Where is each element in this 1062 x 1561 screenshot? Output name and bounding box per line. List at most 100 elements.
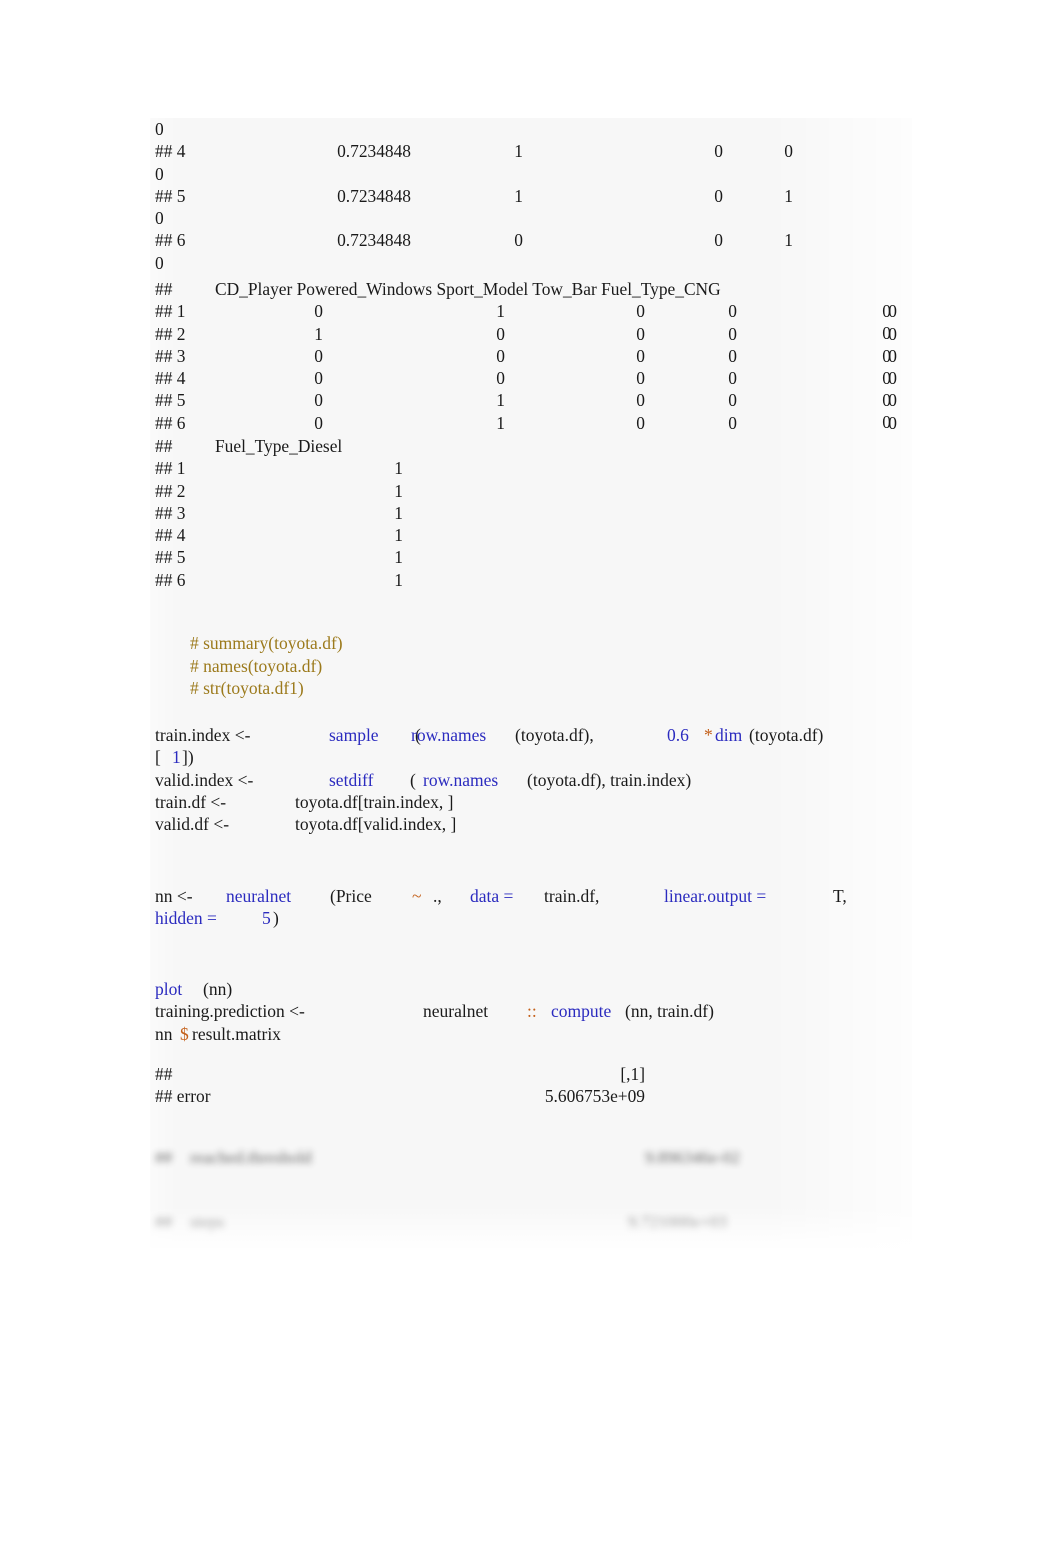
code-line[interactable]: plot (nn) bbox=[155, 978, 1055, 1000]
assign-nn: nn <- bbox=[155, 886, 193, 906]
code-line[interactable]: # names(toyota.df) bbox=[155, 632, 1055, 676]
code-line[interactable]: valid.df <- toyota.df[valid.index, ] bbox=[155, 813, 1055, 835]
wrap-cell: 0 bbox=[882, 345, 891, 366]
num-one: 1 bbox=[172, 747, 181, 768]
code-line[interactable]: training.prediction <- neuralnet :: comp… bbox=[155, 1000, 1055, 1022]
code-line[interactable]: hidden = 5 ) bbox=[155, 907, 1055, 929]
assign-train-df: train.df <- bbox=[155, 791, 227, 812]
code-line[interactable]: # str(toyota.df1) bbox=[155, 655, 1055, 698]
fn-sample: sample bbox=[329, 725, 379, 745]
paren-close: ) bbox=[273, 908, 279, 929]
output-line: 0 bbox=[155, 252, 1055, 274]
val-train-df: train.df, bbox=[544, 886, 600, 906]
code-line[interactable]: # summary(toyota.df) bbox=[155, 610, 1055, 653]
cell-value-2: 0 bbox=[514, 230, 523, 251]
table-header-row: ## Fuel_Type_Diesel bbox=[155, 435, 1055, 457]
table-row: ## 1 1 bbox=[155, 457, 1055, 479]
args-toyota-df: (toyota.df), bbox=[515, 725, 594, 745]
table-row: ## 6 1 bbox=[155, 569, 1055, 591]
args-plot: (nn) bbox=[203, 979, 233, 999]
num-point-six: 0.6 bbox=[667, 725, 689, 745]
subset-valid-df: toyota.df[valid.index, ] bbox=[295, 814, 457, 835]
cell-fuel-type-diesel: 1 bbox=[394, 458, 403, 479]
comment-str: # str(toyota.df1) bbox=[190, 677, 304, 698]
row-label: ## 1 bbox=[155, 458, 186, 479]
cell-value-1: 0.7234848 bbox=[337, 230, 411, 251]
header-columns: Fuel_Type_Diesel bbox=[215, 436, 343, 456]
fn-plot: plot bbox=[155, 979, 183, 999]
wrap-cell: 0 bbox=[882, 301, 891, 321]
row-label: ## 5 bbox=[155, 547, 186, 568]
paren-open: ( bbox=[410, 769, 421, 790]
fn-dim: dim bbox=[715, 725, 743, 745]
cell-value-3: 0 bbox=[714, 185, 723, 206]
code-line[interactable]: [ 1 ]) bbox=[155, 746, 1055, 768]
wrap-cell: 0 bbox=[882, 390, 891, 411]
arg-price-formula: (Price bbox=[330, 886, 372, 906]
cell-label: ## 6 bbox=[155, 230, 186, 251]
row-label: ## 3 bbox=[155, 502, 186, 523]
table-header-row: ## CD_Player Powered_Windows Sport_Model… bbox=[155, 278, 1055, 300]
assign-training-prediction: training.prediction <- bbox=[155, 1001, 305, 1022]
operator-namespace: :: bbox=[527, 1001, 537, 1022]
output-block-fuel-type-diesel: ## Fuel_Type_Diesel ## 1 1 ## 2 1 ## 3 1… bbox=[155, 435, 1055, 591]
code-block-neuralnet-model[interactable]: nn <- neuralnet (Price ~ ., data = train… bbox=[155, 885, 1055, 930]
bracket-open: [ bbox=[155, 747, 166, 768]
cell-fuel-type-diesel: 1 bbox=[394, 480, 403, 501]
wrap-cell: 0 bbox=[882, 323, 891, 344]
code-line[interactable]: valid.index <- setdiff ( row.names (toyo… bbox=[155, 769, 1055, 791]
object-nn: nn bbox=[155, 1023, 173, 1044]
code-line[interactable]: nn <- neuralnet (Price ~ ., data = train… bbox=[155, 885, 1055, 907]
table-row: ## 2 1 bbox=[155, 480, 1055, 502]
row-label: ## 4 bbox=[155, 525, 186, 546]
arg-linear-output: linear.output = bbox=[664, 886, 767, 906]
operator-dollar: $ bbox=[180, 1023, 189, 1044]
output-line: 0 bbox=[155, 163, 1055, 185]
member-result-matrix: result.matrix bbox=[192, 1023, 281, 1044]
header-prefix: ## bbox=[155, 1064, 173, 1084]
cell-fuel-type-diesel: 1 bbox=[394, 547, 403, 568]
page-bottom-fade bbox=[140, 1206, 930, 1266]
code-block-data-partition[interactable]: train.index <- sample ( row.names (toyot… bbox=[155, 724, 1055, 835]
code-line[interactable]: train.index <- sample ( row.names (toyot… bbox=[155, 724, 1055, 746]
header-prefix: ## bbox=[155, 436, 173, 456]
cell-value-3: 0 bbox=[714, 141, 723, 162]
output-line: ## 4 0.7234848 1 0 0 bbox=[155, 140, 1055, 162]
fn-row-names: row.names bbox=[423, 769, 499, 790]
cell-label: 0 bbox=[155, 119, 164, 139]
cell-value-2: 1 bbox=[514, 141, 523, 162]
output-line: ## 6 0.7234848 0 0 1 bbox=[155, 229, 1055, 251]
assign-train-index: train.index <- bbox=[155, 725, 251, 745]
assign-valid-index: valid.index <- bbox=[155, 769, 254, 790]
code-block-plot-compute[interactable]: plot (nn) training.prediction <- neuraln… bbox=[155, 978, 1055, 1045]
code-line[interactable]: nn $ result.matrix bbox=[155, 1023, 1055, 1045]
output-line: ## 5 0.7234848 1 0 1 bbox=[155, 185, 1055, 207]
assign-valid-df: valid.df <- bbox=[155, 814, 230, 835]
code-block-comments[interactable]: # summary(toyota.df) # names(toyota.df) … bbox=[155, 610, 1055, 698]
pkg-neuralnet: neuralnet bbox=[423, 1001, 489, 1022]
val-linear-output: T, bbox=[833, 886, 847, 906]
cell-value-4: 1 bbox=[784, 230, 793, 251]
code-line[interactable]: train.df <- toyota.df[train.index, ] bbox=[155, 791, 1055, 813]
operator-multiply: * bbox=[704, 725, 713, 745]
cell-fuel-type-diesel: 1 bbox=[394, 569, 403, 590]
val-hidden: 5 bbox=[262, 908, 271, 929]
fn-setdiff: setdiff bbox=[329, 769, 374, 790]
args-tail: (toyota.df), train.index) bbox=[527, 769, 692, 790]
blurred-row: ## reached.threshold 9.896346e-02 bbox=[150, 1147, 912, 1169]
arg-hidden: hidden = bbox=[155, 908, 217, 929]
header-prefix: ## bbox=[155, 279, 173, 299]
blurred-label: ## bbox=[155, 1148, 173, 1168]
args-compute: (nn, train.df) bbox=[625, 1001, 714, 1022]
output-line: 0 bbox=[155, 118, 1055, 140]
fn-row-names: row.names bbox=[411, 725, 487, 745]
header-columns: CD_Player Powered_Windows Sport_Model To… bbox=[215, 279, 721, 299]
table-row: ## 5 1 bbox=[155, 546, 1055, 568]
output-block-binary-wrap-column: 0 0 0 0 0 0 bbox=[155, 300, 1055, 434]
subset-train-df: toyota.df[train.index, ] bbox=[295, 791, 454, 812]
cell-label: ## 5 bbox=[155, 185, 186, 206]
cell-label: ## 4 bbox=[155, 141, 186, 162]
cell-fuel-type-diesel: 1 bbox=[394, 525, 403, 546]
wrap-cell: 0 bbox=[882, 412, 891, 433]
arg-data: data = bbox=[470, 886, 514, 906]
